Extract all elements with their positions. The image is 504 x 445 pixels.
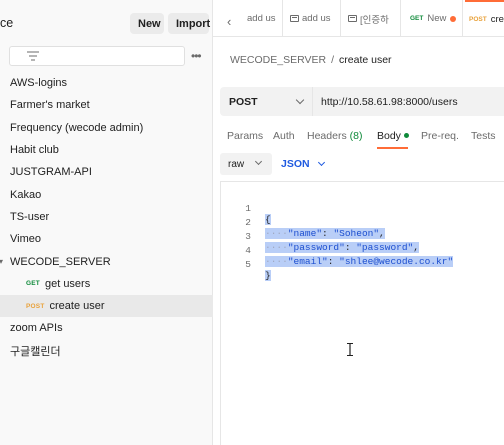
tab-new-get[interactable]: GET New	[403, 0, 463, 37]
collection-label: WECODE_SERVER	[10, 255, 111, 268]
method-value: POST	[229, 95, 258, 108]
filter-row: •••	[0, 46, 213, 66]
code-line: 1 {	[221, 192, 504, 225]
collection-label: Farmer's market	[10, 99, 90, 112]
collection-item[interactable]: Frequency (wecode admin)	[0, 117, 213, 139]
body-mode-value: raw	[228, 159, 245, 170]
collection-item[interactable]: 구글캘린더	[0, 340, 213, 362]
text-cursor-icon	[347, 343, 353, 356]
tab-prerequest[interactable]: Pre-req.	[421, 130, 459, 142]
collection-item[interactable]: Habit club	[0, 139, 213, 161]
url-input[interactable]: http://10.58.61.98:8000/users	[321, 96, 458, 108]
method-badge: GET	[26, 280, 40, 288]
collection-item[interactable]: JUSTGRAM-API	[0, 161, 213, 183]
code-line: 2 ····"name": "Soheon",	[221, 206, 504, 239]
request-tab-bar: ‹ add us add us [인증하 GET New POST cre	[213, 0, 504, 37]
method-badge: POST	[26, 302, 45, 310]
sidebar: ce New Import ••• AWS-logins Farmer's ma…	[0, 0, 213, 445]
tab-label: cre	[490, 14, 504, 25]
chevron-down-icon	[254, 157, 263, 166]
request-item-get-users[interactable]: GET get users	[0, 273, 213, 295]
tab-add-user-2[interactable]: add us	[285, 0, 341, 37]
active-tab-underline	[377, 147, 408, 149]
collection-label: Vimeo	[10, 233, 41, 246]
code-line: 4 ····"email": "shlee@wecode.co.kr"	[221, 234, 504, 267]
breadcrumb-current[interactable]: create user	[339, 54, 392, 66]
collection-label: Frequency (wecode admin)	[10, 121, 144, 134]
line-number: 5	[245, 259, 251, 270]
tab-body[interactable]: Body	[377, 130, 409, 142]
new-button[interactable]: New	[130, 13, 164, 34]
tab-tests[interactable]: Tests	[471, 130, 496, 142]
collection-item-wecode-server[interactable]: ▾ WECODE_SERVER	[0, 250, 213, 272]
code-line: 5 }	[221, 248, 504, 281]
search-collections-input[interactable]	[9, 46, 185, 66]
breadcrumb-parent[interactable]: WECODE_SERVER	[230, 54, 326, 66]
workspace-title: ce	[0, 16, 14, 30]
chevron-down-icon	[317, 158, 326, 167]
import-button[interactable]: Import	[168, 13, 210, 34]
collection-item[interactable]: AWS-logins	[0, 72, 213, 94]
collection-item[interactable]: zoom APIs	[0, 317, 213, 339]
request-doc-icon	[290, 15, 299, 22]
headers-count: (8)	[349, 130, 363, 142]
tab-label: add us	[247, 13, 276, 24]
tab-create-user[interactable]: POST cre	[465, 0, 504, 37]
method-badge: GET	[410, 15, 424, 22]
tab-label: Headers	[307, 130, 347, 142]
method-badge: POST	[469, 16, 487, 23]
tab-scroll-left-icon[interactable]: ‹	[227, 14, 231, 29]
filter-icon[interactable]	[27, 51, 39, 61]
code-text: }	[265, 270, 271, 281]
request-doc-icon	[348, 15, 357, 22]
tab-label: Body	[377, 130, 401, 142]
body-editor[interactable]: 1 { 2 ····"name": "Soheon", 3 ····"passw…	[220, 181, 504, 445]
request-section-tabs: Params Auth Headers (8) Body Pre-req. Te…	[227, 128, 504, 150]
expand-caret-icon[interactable]: ▾	[0, 257, 3, 266]
body-options: raw JSON	[220, 153, 504, 175]
collection-list: AWS-logins Farmer's market Frequency (we…	[0, 72, 213, 362]
code-line: 3 ····"password": "password",	[221, 220, 504, 253]
chevron-down-icon	[295, 95, 305, 105]
request-label: create user	[49, 300, 105, 313]
body-language-value: JSON	[281, 158, 310, 170]
request-label: get users	[44, 277, 91, 290]
body-language-select[interactable]: JSON	[281, 158, 326, 170]
collection-label: TS-user	[10, 210, 50, 223]
collection-label: 구글캘린더	[10, 345, 61, 358]
more-options-icon[interactable]: •••	[191, 49, 202, 63]
tab-params[interactable]: Params	[227, 130, 263, 142]
tab-auth[interactable]: [인증하	[343, 0, 401, 37]
tab-label: New	[427, 13, 447, 24]
collection-item[interactable]: Kakao	[0, 183, 213, 205]
request-item-create-user[interactable]: POST create user	[0, 294, 213, 318]
method-select[interactable]: POST	[220, 87, 313, 116]
breadcrumb-separator: /	[331, 54, 335, 66]
collection-label: Kakao	[10, 188, 42, 201]
workspace-header: ce New Import	[0, 0, 213, 44]
collection-label: JUSTGRAM-API	[10, 166, 92, 179]
tab-add-user-1[interactable]: add us	[243, 0, 283, 37]
breadcrumb: WECODE_SERVER / create user	[230, 54, 392, 66]
collection-item[interactable]: TS-user	[0, 206, 213, 228]
tab-auth[interactable]: Auth	[273, 130, 295, 142]
tab-headers[interactable]: Headers (8)	[307, 130, 362, 142]
collection-label: AWS-logins	[10, 77, 68, 90]
collection-item[interactable]: Vimeo	[0, 228, 213, 250]
tab-label: add us	[302, 13, 331, 24]
collection-item[interactable]: Farmer's market	[0, 94, 213, 116]
tab-label: [인증하	[360, 14, 389, 26]
collection-label: Habit club	[10, 144, 59, 157]
body-mode-select[interactable]: raw	[220, 153, 272, 175]
collection-label: zoom APIs	[10, 322, 63, 335]
url-bar: POST http://10.58.61.98:8000/users	[220, 87, 504, 116]
body-active-dot-icon	[403, 133, 409, 138]
unsaved-dot-icon	[450, 15, 457, 22]
